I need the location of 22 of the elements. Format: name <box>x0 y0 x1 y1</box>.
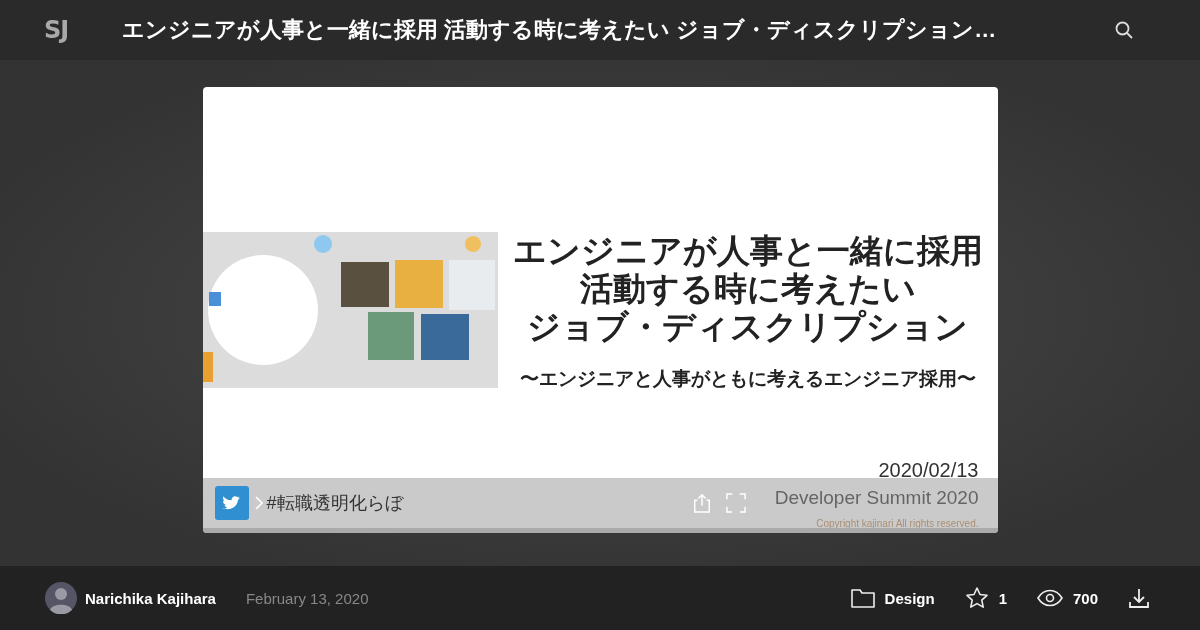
publish-date: February 13, 2020 <box>245 589 369 607</box>
category-link[interactable]: Design <box>884 589 935 607</box>
search-icon[interactable] <box>1114 20 1134 40</box>
slide-title-line: エンジニアが人事と一緒に採用 <box>512 232 983 270</box>
eye-icon <box>1036 589 1063 607</box>
copyright-text: Copyright kajinari All rights reserved. <box>816 518 979 529</box>
view-count: 700 <box>1072 589 1098 607</box>
logo[interactable]: SJ <box>44 16 84 44</box>
slide-subtitle: 〜エンジニアと人事がともに考えるエンジニア採用〜 <box>519 367 976 391</box>
folder-icon <box>850 588 875 608</box>
slide-title-line: ジョブ・ディスクリプション <box>527 308 968 346</box>
download-icon[interactable] <box>1128 587 1150 609</box>
hashtag: #転職透明化らぼ <box>266 492 403 515</box>
deck-title: エンジニアが人事と一緒に採用 活動する時に考えたい ジョブ・ディスクリプション… <box>122 16 998 44</box>
slide-date: 2020/02/13 <box>878 458 979 482</box>
slide-title-line: 活動する時に考えたい <box>579 270 916 308</box>
event-name: Developer Summit 2020 <box>774 486 979 510</box>
avatar[interactable] <box>45 582 77 614</box>
star-count: 1 <box>998 589 1007 607</box>
author-name[interactable]: Narichika Kajihara <box>85 589 216 607</box>
bird-icon <box>214 486 249 520</box>
star-icon[interactable] <box>964 586 989 610</box>
